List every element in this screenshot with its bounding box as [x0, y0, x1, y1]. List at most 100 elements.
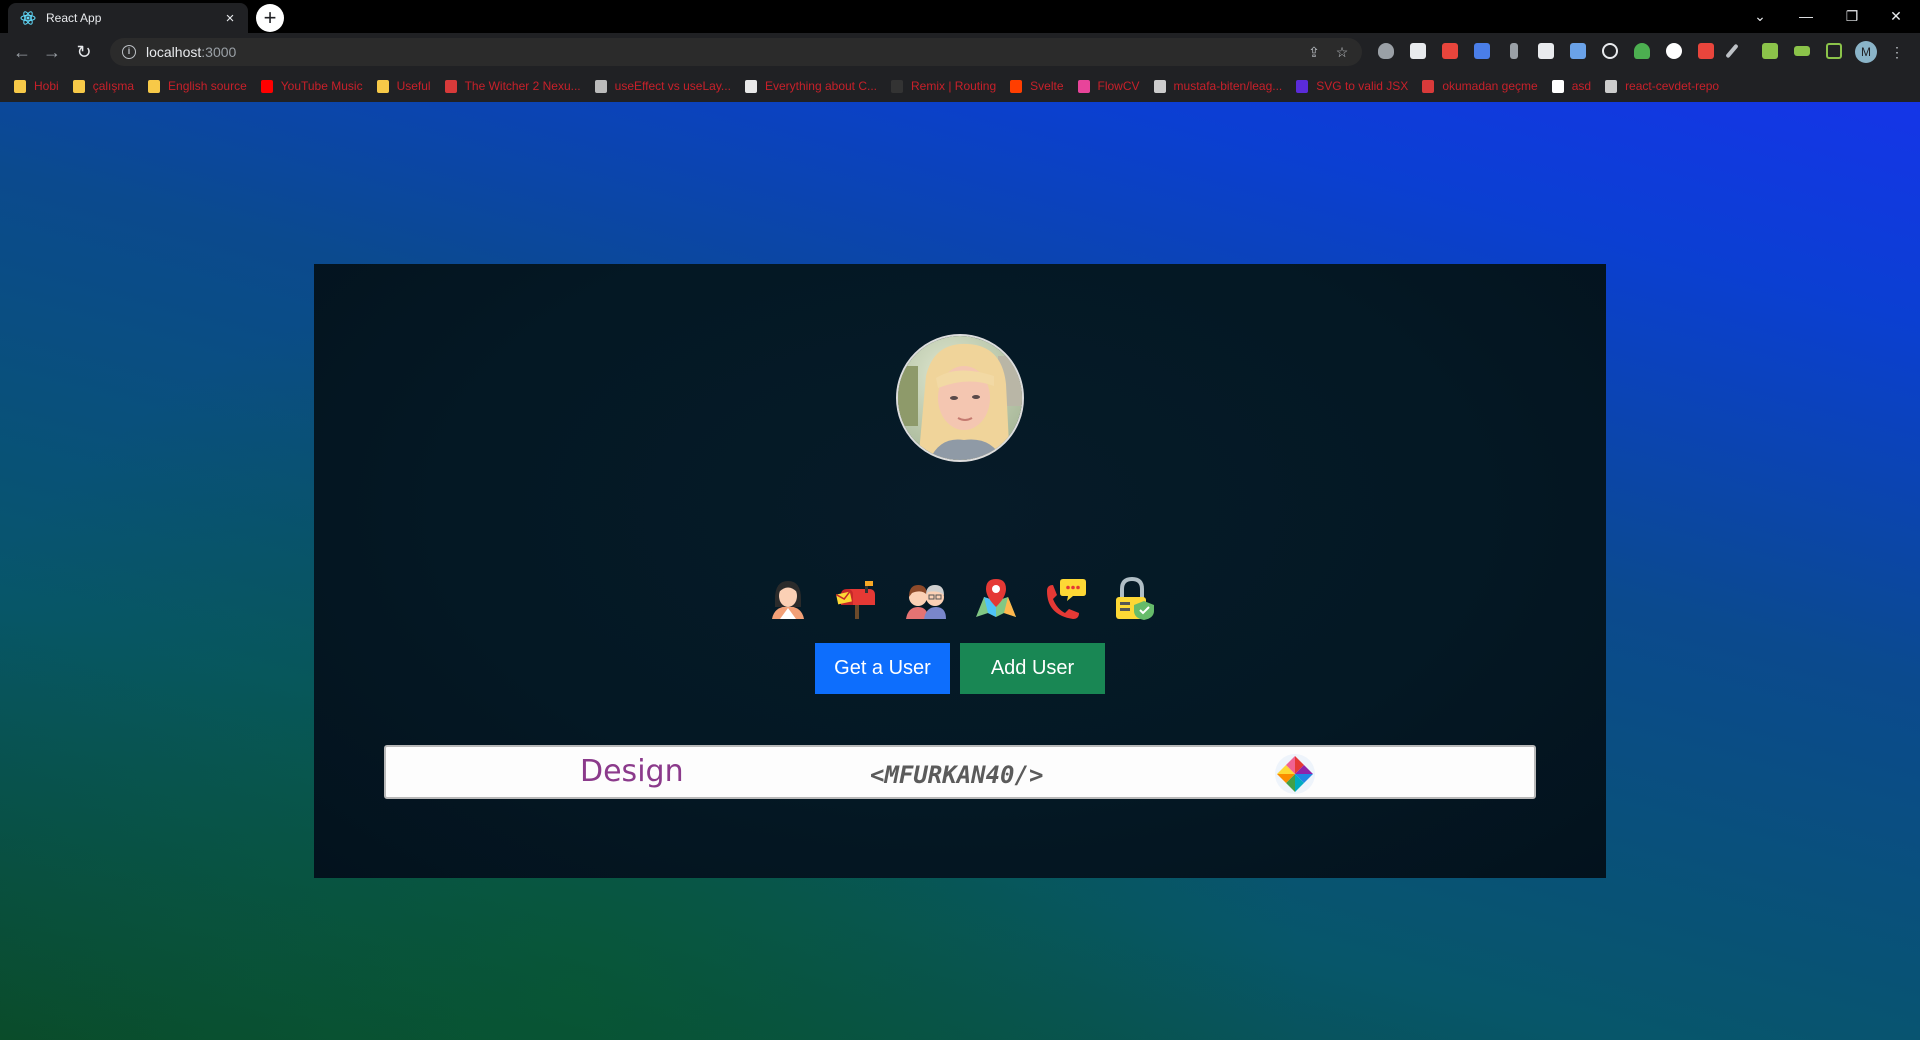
new-tab-button[interactable]: + — [256, 4, 284, 32]
tab-title: React App — [46, 11, 102, 25]
bookmark-label: Remix | Routing — [911, 79, 997, 93]
bookmark-item[interactable]: FlowCV — [1077, 79, 1140, 93]
bookmark-item[interactable]: Hobi — [14, 79, 59, 93]
bookmark-item[interactable]: useEffect vs useLay... — [594, 79, 731, 93]
megaphone-extension-icon[interactable] — [1442, 43, 1458, 59]
minimize-button[interactable]: — — [1786, 4, 1826, 28]
mailbox-icon[interactable] — [835, 577, 879, 621]
window-extension-icon[interactable] — [1410, 43, 1426, 59]
tab-search-icon[interactable]: ⌄ — [1740, 4, 1780, 28]
bookmark-icon — [148, 79, 161, 93]
page-background: Get a User Add User Design <MFURKAN40/> — [0, 102, 1920, 1040]
bookmark-item[interactable]: English source — [148, 79, 247, 93]
profile-avatar[interactable]: M — [1855, 41, 1877, 63]
list-extension-icon[interactable] — [1794, 46, 1810, 56]
bookmark-label: Hobi — [34, 79, 59, 93]
bookmark-label: useEffect vs useLay... — [614, 79, 731, 93]
bookmark-icon — [376, 79, 389, 93]
bookmark-item[interactable]: The Witcher 2 Nexu... — [444, 79, 581, 93]
bookmark-item[interactable]: react-cevdet-repo — [1605, 79, 1719, 93]
bookmark-icon — [1296, 79, 1309, 93]
bookmark-label: YouTube Music — [280, 79, 363, 93]
bookmark-label: SVG to valid JSX — [1316, 79, 1409, 93]
calendar-extension-icon[interactable] — [1538, 43, 1554, 59]
bookmark-item[interactable]: SVG to valid JSX — [1296, 79, 1408, 93]
pen-extension-icon[interactable] — [1725, 43, 1739, 59]
bookmark-label: çalışma — [92, 79, 135, 93]
lock-icon[interactable] — [1112, 577, 1156, 621]
bookmark-icon — [1077, 79, 1090, 93]
bookmark-icon — [1551, 79, 1564, 93]
forward-icon[interactable]: → — [40, 40, 64, 64]
bookmark-icon — [1010, 79, 1023, 93]
info-icon[interactable]: i — [122, 45, 136, 59]
bookmark-item[interactable]: çalışma — [72, 79, 135, 93]
bookmark-icon — [744, 79, 757, 93]
bookmark-item[interactable]: Svelte — [1010, 79, 1064, 93]
bookmark-icon — [1153, 79, 1166, 93]
shield-extension-icon[interactable] — [1378, 43, 1394, 59]
bookmark-item[interactable]: asd — [1551, 79, 1592, 93]
bookmark-icon — [444, 79, 457, 93]
pinwheel-logo-icon — [1275, 754, 1315, 794]
brand-label: <MFURKAN40/> — [870, 761, 1044, 789]
camera-extension-icon[interactable] — [1570, 43, 1586, 59]
circle-extension-icon[interactable] — [1666, 43, 1682, 59]
bottle-extension-icon[interactable] — [1510, 43, 1518, 59]
add-user-button[interactable]: Add User — [960, 643, 1105, 694]
bookmark-item[interactable]: Remix | Routing — [891, 79, 996, 93]
bookmark-label: okumadan geçme — [1442, 79, 1538, 93]
url-port: :3000 — [201, 44, 237, 60]
bookmark-item[interactable]: YouTube Music — [260, 79, 363, 93]
bookmark-label: Useful — [396, 79, 431, 93]
bookmark-icon — [260, 79, 273, 93]
bookmark-star-icon[interactable]: ☆ — [1334, 44, 1350, 60]
credits-bar: Design <MFURKAN40/> — [384, 745, 1536, 799]
compass-extension-icon[interactable] — [1602, 43, 1618, 59]
user-icon[interactable] — [766, 577, 810, 621]
map-pin-icon[interactable] — [974, 577, 1018, 621]
browser-tab[interactable]: React App × — [8, 3, 248, 33]
get-user-button[interactable]: Get a User — [815, 643, 950, 694]
browser-menu-icon[interactable]: ⋮ — [1890, 41, 1904, 63]
bookmark-label: English source — [168, 79, 247, 93]
bookmark-icon — [1605, 79, 1618, 93]
bookmark-label: Everything about C... — [764, 79, 877, 93]
couple-icon[interactable] — [904, 577, 948, 621]
bookmark-icon — [594, 79, 607, 93]
design-label: Design — [580, 754, 684, 789]
react-icon — [20, 10, 36, 26]
bookmarks-bar: Hobi çalışma English source YouTube Music Us… — [0, 70, 1920, 102]
bookmark-icon — [72, 79, 85, 93]
bookmark-label: Svelte — [1030, 79, 1064, 93]
bookmark-item[interactable]: mustafa-biten/leag... — [1153, 79, 1283, 93]
sidepanel-icon[interactable] — [1826, 43, 1842, 59]
url-host: localhost — [146, 44, 202, 60]
bookmark-item[interactable]: Everything about C... — [744, 79, 877, 93]
bookmark-item[interactable]: Useful — [376, 79, 431, 93]
bookmark-label: FlowCV — [1097, 79, 1140, 93]
bookmark-item[interactable]: okumadan geçme — [1422, 79, 1538, 93]
restore-button[interactable]: ❐ — [1832, 4, 1872, 28]
tree-extension-icon[interactable] — [1634, 43, 1650, 59]
bookmark-label: react-cevdet-repo — [1625, 79, 1720, 93]
bookmark-label: mustafa-biten/leag... — [1173, 79, 1283, 93]
reload-icon[interactable]: ↻ — [72, 40, 96, 64]
tab-strip: React App × + ⌄ — ❐ ✕ — [0, 0, 1920, 33]
close-window-button[interactable]: ✕ — [1876, 4, 1916, 28]
browser-toolbar: ← → ↻ i localhost :3000 ⇪ ☆ M ⋮ — [0, 33, 1920, 70]
phone-icon[interactable] — [1043, 577, 1087, 621]
tab-close-icon[interactable]: × — [222, 11, 238, 26]
bookmark-icon — [891, 79, 903, 93]
address-bar[interactable]: i localhost :3000 ⇪ ☆ — [110, 38, 1362, 66]
feature-icons-row — [766, 577, 1156, 621]
translate-extension-icon[interactable] — [1474, 43, 1490, 59]
back-icon[interactable]: ← — [10, 40, 34, 64]
bookmark-icon — [1422, 79, 1435, 93]
bookmark-label: asd — [1571, 79, 1592, 93]
user-avatar — [896, 334, 1024, 462]
puzzle-extension-icon[interactable] — [1762, 43, 1778, 59]
share-icon[interactable]: ⇪ — [1306, 44, 1322, 60]
red-extension-icon[interactable] — [1698, 43, 1714, 59]
user-card: Get a User Add User Design <MFURKAN40/> — [314, 264, 1606, 878]
